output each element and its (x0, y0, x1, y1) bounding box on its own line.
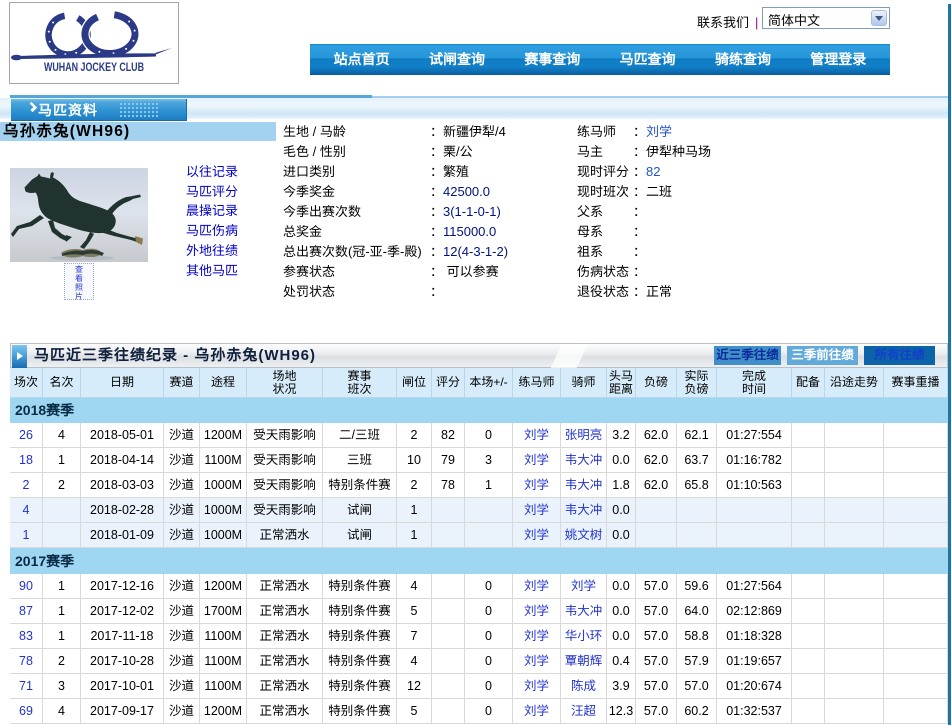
svg-text:WUHAN JOCKEY CLUB: WUHAN JOCKEY CLUB (44, 62, 144, 74)
